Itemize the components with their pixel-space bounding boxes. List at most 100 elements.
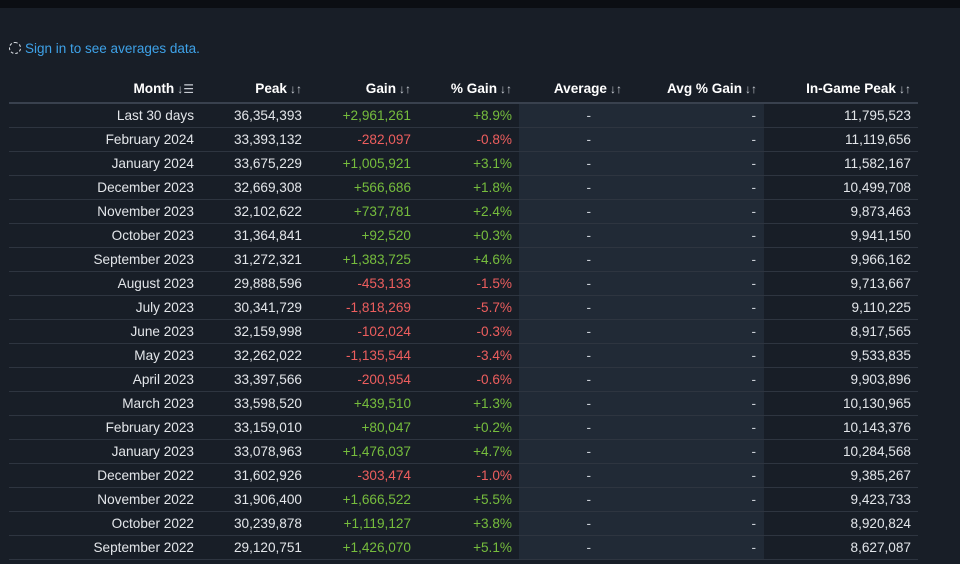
table-row: April 2023 33,397,566 -200,954 -0.6% - -9,903… (9, 367, 918, 392)
table-row: November 2023 32,102,622 +737,781 +2.4% - -9,… (9, 199, 918, 224)
column-header-gain[interactable]: Gain ↓↑ (309, 74, 418, 104)
sign-in-link[interactable]: Sign in to see averages data. (9, 40, 200, 56)
peak-cell: 31,906,400 (201, 487, 309, 512)
peak-cell: 30,341,729 (201, 295, 309, 320)
peak-cell: 33,598,520 (201, 391, 309, 416)
average-cell: - (519, 535, 629, 560)
peak-cell: 31,272,321 (201, 247, 309, 272)
sort-descending-icon: ↓☰ (177, 81, 194, 96)
table-row: Last 30 days 36,354,393 +2,961,261 +8.9% - -1… (9, 103, 918, 128)
gain-cell: -102,024 (309, 319, 418, 344)
average-cell: - (519, 439, 629, 464)
in-game-peak-cell: 9,966,162 (764, 247, 918, 272)
peak-cell: 32,102,622 (201, 199, 309, 224)
pct-gain-cell: -1.0% (418, 463, 519, 488)
column-header-month[interactable]: Month ↓☰ (9, 74, 201, 104)
column-header-peak[interactable]: Peak ↓↑ (201, 74, 309, 104)
sort-toggle-icon: ↓↑ (745, 81, 757, 96)
gain-cell: +92,520 (309, 223, 418, 248)
sort-toggle-icon: ↓↑ (399, 81, 411, 96)
average-cell: - (519, 247, 629, 272)
month-cell: September 2023 (9, 247, 201, 272)
pct-gain-cell: +5.1% (418, 535, 519, 560)
month-cell: September 2022 (9, 535, 201, 560)
avg-pct-gain-cell: - (629, 463, 764, 488)
month-cell: August 2023 (9, 271, 201, 296)
avg-pct-gain-cell: - (629, 391, 764, 416)
table-row: September 2023 31,272,321 +1,383,725 +4.6% -… (9, 247, 918, 272)
pct-gain-cell: +1.8% (418, 175, 519, 200)
average-cell: - (519, 463, 629, 488)
month-cell: March 2023 (9, 391, 201, 416)
month-cell: Last 30 days (9, 103, 201, 128)
avg-pct-gain-cell: - (629, 487, 764, 512)
column-header-avg-pct-gain[interactable]: Avg % Gain ↓↑ (629, 74, 764, 104)
average-cell: - (519, 367, 629, 392)
column-header-in-game-peak[interactable]: In-Game Peak ↓↑ (764, 74, 918, 104)
month-cell: December 2022 (9, 463, 201, 488)
gain-cell: +439,510 (309, 391, 418, 416)
average-cell: - (519, 271, 629, 296)
avg-pct-gain-cell: - (629, 247, 764, 272)
avg-pct-gain-cell: - (629, 175, 764, 200)
average-cell: - (519, 343, 629, 368)
in-game-peak-cell: 9,385,267 (764, 463, 918, 488)
in-game-peak-cell: 9,533,835 (764, 343, 918, 368)
peak-cell: 33,078,963 (201, 439, 309, 464)
avg-pct-gain-cell: - (629, 343, 764, 368)
gain-cell: +1,005,921 (309, 151, 418, 176)
gain-cell: +2,961,261 (309, 103, 418, 128)
pct-gain-cell: +3.1% (418, 151, 519, 176)
gain-cell: +1,476,037 (309, 439, 418, 464)
peak-cell: 33,159,010 (201, 415, 309, 440)
in-game-peak-cell: 9,903,896 (764, 367, 918, 392)
in-game-peak-cell: 9,423,733 (764, 487, 918, 512)
peak-cell: 33,397,566 (201, 367, 309, 392)
pct-gain-cell: +0.3% (418, 223, 519, 248)
table-row: August 2023 29,888,596 -453,133 -1.5% - -9,71… (9, 271, 918, 296)
in-game-peak-cell: 10,143,376 (764, 415, 918, 440)
month-cell: May 2023 (9, 343, 201, 368)
pct-gain-cell: -0.3% (418, 319, 519, 344)
table-row: January 2024 33,675,229 +1,005,921 +3.1% - -1… (9, 151, 918, 176)
sort-toggle-icon: ↓↑ (899, 81, 911, 96)
month-cell: January 2023 (9, 439, 201, 464)
pct-gain-cell: +5.5% (418, 487, 519, 512)
peak-cell: 32,262,022 (201, 343, 309, 368)
month-cell: October 2022 (9, 511, 201, 536)
avg-pct-gain-cell: - (629, 367, 764, 392)
table-row: March 2023 33,598,520 +439,510 +1.3% - -10,13… (9, 391, 918, 416)
table-row: December 2023 32,669,308 +566,686 +1.8% - -10… (9, 175, 918, 200)
in-game-peak-cell: 11,582,167 (764, 151, 918, 176)
avg-pct-gain-cell: - (629, 127, 764, 152)
avg-pct-gain-cell: - (629, 535, 764, 560)
column-header-pct-gain[interactable]: % Gain ↓↑ (418, 74, 519, 104)
pct-gain-cell: -3.4% (418, 343, 519, 368)
avg-pct-gain-cell: - (629, 199, 764, 224)
in-game-peak-cell: 10,499,708 (764, 175, 918, 200)
in-game-peak-cell: 8,917,565 (764, 319, 918, 344)
column-header-average[interactable]: Average ↓↑ (519, 74, 629, 104)
month-cell: October 2023 (9, 223, 201, 248)
pct-gain-cell: +3.8% (418, 511, 519, 536)
avg-pct-gain-cell: - (629, 439, 764, 464)
gain-cell: -453,133 (309, 271, 418, 296)
avg-pct-gain-cell: - (629, 511, 764, 536)
gain-cell: +566,686 (309, 175, 418, 200)
gain-cell: +1,666,522 (309, 487, 418, 512)
table-row: January 2023 33,078,963 +1,476,037 +4.7% - -1… (9, 439, 918, 464)
month-cell: February 2023 (9, 415, 201, 440)
pct-gain-cell: +2.4% (418, 199, 519, 224)
in-game-peak-cell: 8,920,824 (764, 511, 918, 536)
avg-pct-gain-cell: - (629, 103, 764, 128)
peak-cell: 32,669,308 (201, 175, 309, 200)
gain-cell: +1,119,127 (309, 511, 418, 536)
in-game-peak-cell: 10,130,965 (764, 391, 918, 416)
average-cell: - (519, 103, 629, 128)
sign-in-text[interactable]: Sign in to see averages data. (25, 41, 200, 56)
table-row: May 2023 32,262,022 -1,135,544 -3.4% - -9,533… (9, 343, 918, 368)
pct-gain-cell: +1.3% (418, 391, 519, 416)
pct-gain-cell: -5.7% (418, 295, 519, 320)
avg-pct-gain-cell: - (629, 319, 764, 344)
in-game-peak-cell: 9,110,225 (764, 295, 918, 320)
